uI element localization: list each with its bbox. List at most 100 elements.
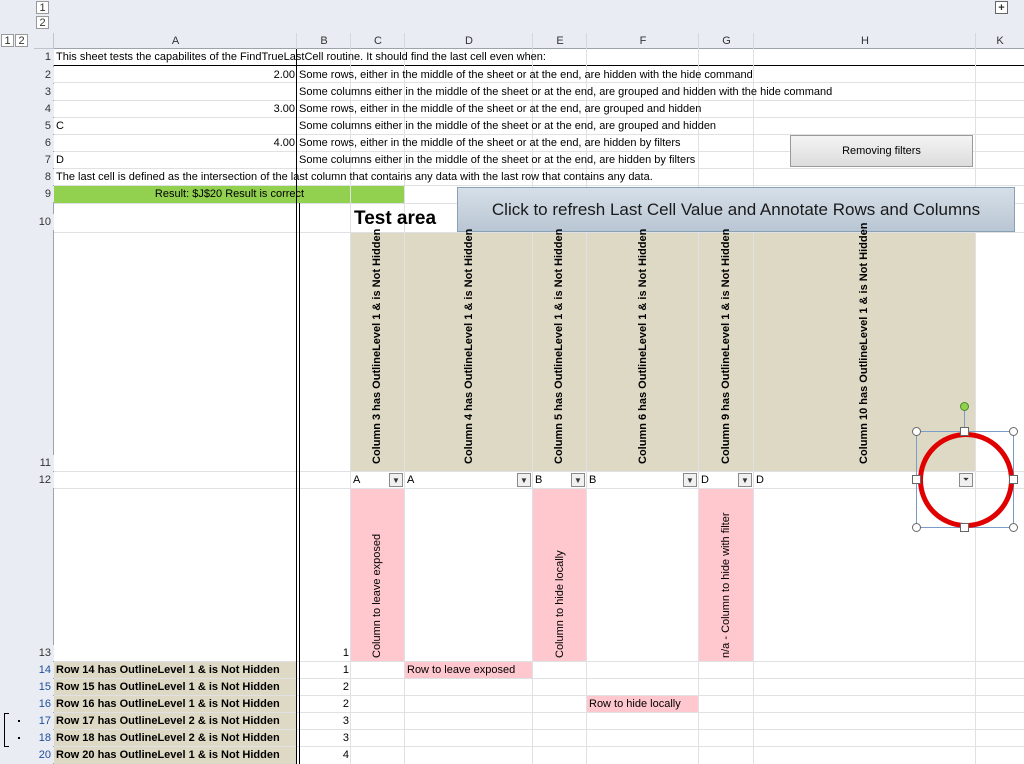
outline-level-1-button[interactable]: 1: [36, 1, 49, 14]
cell-b16[interactable]: 2: [297, 696, 351, 712]
cell-b14[interactable]: 1: [297, 662, 351, 678]
column-annotation-g[interactable]: Column 9 has OutlineLevel 1 & is Not Hid…: [720, 229, 732, 464]
cell-a1[interactable]: This sheet tests the capabilites of the …: [54, 49, 548, 65]
row-header-16[interactable]: 16: [34, 696, 54, 712]
removing-filters-button[interactable]: Removing filters: [790, 135, 973, 167]
filter-cell-d[interactable]: A: [405, 472, 416, 488]
column-header-c[interactable]: C: [351, 33, 405, 49]
resize-handle-se[interactable]: [1009, 523, 1018, 532]
column-header-g[interactable]: G: [699, 33, 754, 49]
filter-dropdown-c[interactable]: ▼: [389, 473, 403, 487]
column-annotation-f[interactable]: Column 6 has OutlineLevel 1 & is Not Hid…: [637, 229, 649, 464]
row-header-3[interactable]: 3: [34, 84, 54, 100]
cell-c13[interactable]: Column to leave exposed: [371, 494, 383, 658]
resize-handle-e[interactable]: [1009, 475, 1018, 484]
cell-a4[interactable]: 3.00: [54, 101, 297, 117]
row-header-14[interactable]: 14: [34, 662, 54, 678]
resize-handle-nw[interactable]: [912, 427, 921, 436]
row-annotation-18[interactable]: Row 18 has OutlineLevel 2 & is Not Hidde…: [54, 730, 282, 746]
row-outline-level-1-button[interactable]: 1: [1, 34, 14, 47]
cell-b13[interactable]: 1: [297, 645, 351, 661]
resize-handle-sw[interactable]: [912, 523, 921, 532]
filter-cell-g[interactable]: D: [699, 472, 711, 488]
row-annotation-20[interactable]: Row 20 has OutlineLevel 1 & is Not Hidde…: [54, 747, 282, 763]
filter-dropdown-e[interactable]: ▼: [571, 473, 585, 487]
cell-b2[interactable]: Some rows, either in the middle of the s…: [297, 67, 755, 83]
filter-dropdown-f[interactable]: ▼: [683, 473, 697, 487]
column-annotation-fill: [351, 232, 976, 472]
cell-b5[interactable]: Some columns either in the middle of the…: [297, 118, 718, 134]
cell-b3[interactable]: Some columns either in the middle of the…: [297, 84, 834, 100]
cell-a2[interactable]: 2.00: [54, 67, 297, 83]
column-annotation-h[interactable]: Column 10 has OutlineLevel 1 & is Not Hi…: [858, 223, 870, 464]
row-annotation-16[interactable]: Row 16 has OutlineLevel 1 & is Not Hidde…: [54, 696, 282, 712]
row-header-15[interactable]: 15: [34, 679, 54, 695]
cell-a8[interactable]: The last cell is defined as the intersec…: [54, 169, 655, 185]
cell-g13[interactable]: n/a - Column to hide with filter: [720, 494, 732, 658]
column-annotation-d[interactable]: Column 4 has OutlineLevel 1 & is Not Hid…: [463, 229, 475, 464]
row-header-20[interactable]: 20: [34, 747, 54, 763]
cell-b4[interactable]: Some rows, either in the middle of the s…: [297, 101, 703, 117]
resize-handle-w[interactable]: [912, 475, 921, 484]
row-header-18[interactable]: 18: [34, 730, 54, 746]
column-header-d[interactable]: D: [405, 33, 533, 49]
column-header-b[interactable]: B: [297, 33, 351, 49]
filter-dropdown-d[interactable]: ▼: [517, 473, 531, 487]
row-header-8[interactable]: 8: [34, 169, 54, 185]
row-header-12[interactable]: 12: [34, 472, 54, 488]
row-group-dot: [18, 737, 20, 739]
result-cell[interactable]: Result: $J$20 Result is correct: [54, 186, 405, 202]
cell-a5[interactable]: C: [54, 118, 66, 134]
test-area-title[interactable]: Test area: [352, 206, 438, 232]
column-header-a[interactable]: A: [54, 33, 297, 49]
column-header-k[interactable]: K: [976, 33, 1024, 49]
cell-b7[interactable]: Some columns either in the middle of the…: [297, 152, 697, 168]
cell-b18[interactable]: 3: [297, 730, 351, 746]
cell-a7[interactable]: D: [54, 152, 66, 168]
row-annotation-14[interactable]: Row 14 has OutlineLevel 1 & is Not Hidde…: [54, 662, 282, 678]
row-group-bracket: [4, 713, 9, 747]
outline-bar-top: [0, 0, 1024, 33]
row-header-4[interactable]: 4: [34, 101, 54, 117]
column-annotation-e[interactable]: Column 5 has OutlineLevel 1 & is Not Hid…: [553, 229, 565, 464]
row-header-5[interactable]: 5: [34, 118, 54, 134]
resize-handle-ne[interactable]: [1009, 427, 1018, 436]
row-header-11[interactable]: 11: [34, 455, 54, 471]
row-header-2[interactable]: 2: [34, 67, 54, 83]
row-header-13[interactable]: 13: [34, 645, 54, 661]
cell-b15[interactable]: 2: [297, 679, 351, 695]
filter-dropdown-g[interactable]: ▼: [738, 473, 752, 487]
column-annotation-c[interactable]: Column 3 has OutlineLevel 1 & is Not Hid…: [371, 229, 383, 464]
column-header-h[interactable]: H: [754, 33, 976, 49]
refresh-last-cell-button[interactable]: Click to refresh Last Cell Value and Ann…: [457, 187, 1015, 232]
filter-cell-h[interactable]: D: [754, 472, 766, 488]
row-header-7[interactable]: 7: [34, 152, 54, 168]
column-header-f[interactable]: F: [587, 33, 699, 49]
row-annotation-15[interactable]: Row 15 has OutlineLevel 1 & is Not Hidde…: [54, 679, 282, 695]
filter-cell-e[interactable]: B: [533, 472, 544, 488]
row-header-1[interactable]: 1: [34, 49, 54, 65]
cell-a6[interactable]: 4.00: [54, 135, 297, 151]
row-header-9[interactable]: 9: [34, 186, 54, 202]
select-all-corner[interactable]: [34, 33, 54, 49]
cell-b20[interactable]: 4: [297, 747, 351, 763]
cell-b17[interactable]: 3: [297, 713, 351, 729]
row-header-6[interactable]: 6: [34, 135, 54, 151]
row-header-10[interactable]: 10: [34, 214, 54, 230]
expand-columns-icon[interactable]: +: [995, 1, 1008, 14]
row-annotation-17[interactable]: Row 17 has OutlineLevel 2 & is Not Hidde…: [54, 713, 282, 729]
rotation-handle[interactable]: [960, 402, 969, 411]
cell-f16[interactable]: Row to hide locally: [587, 696, 683, 712]
column-header-e[interactable]: E: [533, 33, 587, 49]
cell-d14[interactable]: Row to leave exposed: [405, 662, 517, 678]
filter-cell-f[interactable]: B: [587, 472, 598, 488]
row-header-17[interactable]: 17: [34, 713, 54, 729]
row-outline-level-2-button[interactable]: 2: [15, 34, 28, 47]
resize-handle-s[interactable]: [960, 523, 969, 532]
resize-handle-n[interactable]: [960, 427, 969, 436]
cell-b6[interactable]: Some rows, either in the middle of the s…: [297, 135, 683, 151]
cell-e13[interactable]: Column to hide locally: [554, 494, 566, 658]
outline-level-2-button[interactable]: 2: [36, 16, 49, 29]
filter-cell-c[interactable]: A: [351, 472, 362, 488]
red-circle-shape[interactable]: [918, 432, 1014, 528]
